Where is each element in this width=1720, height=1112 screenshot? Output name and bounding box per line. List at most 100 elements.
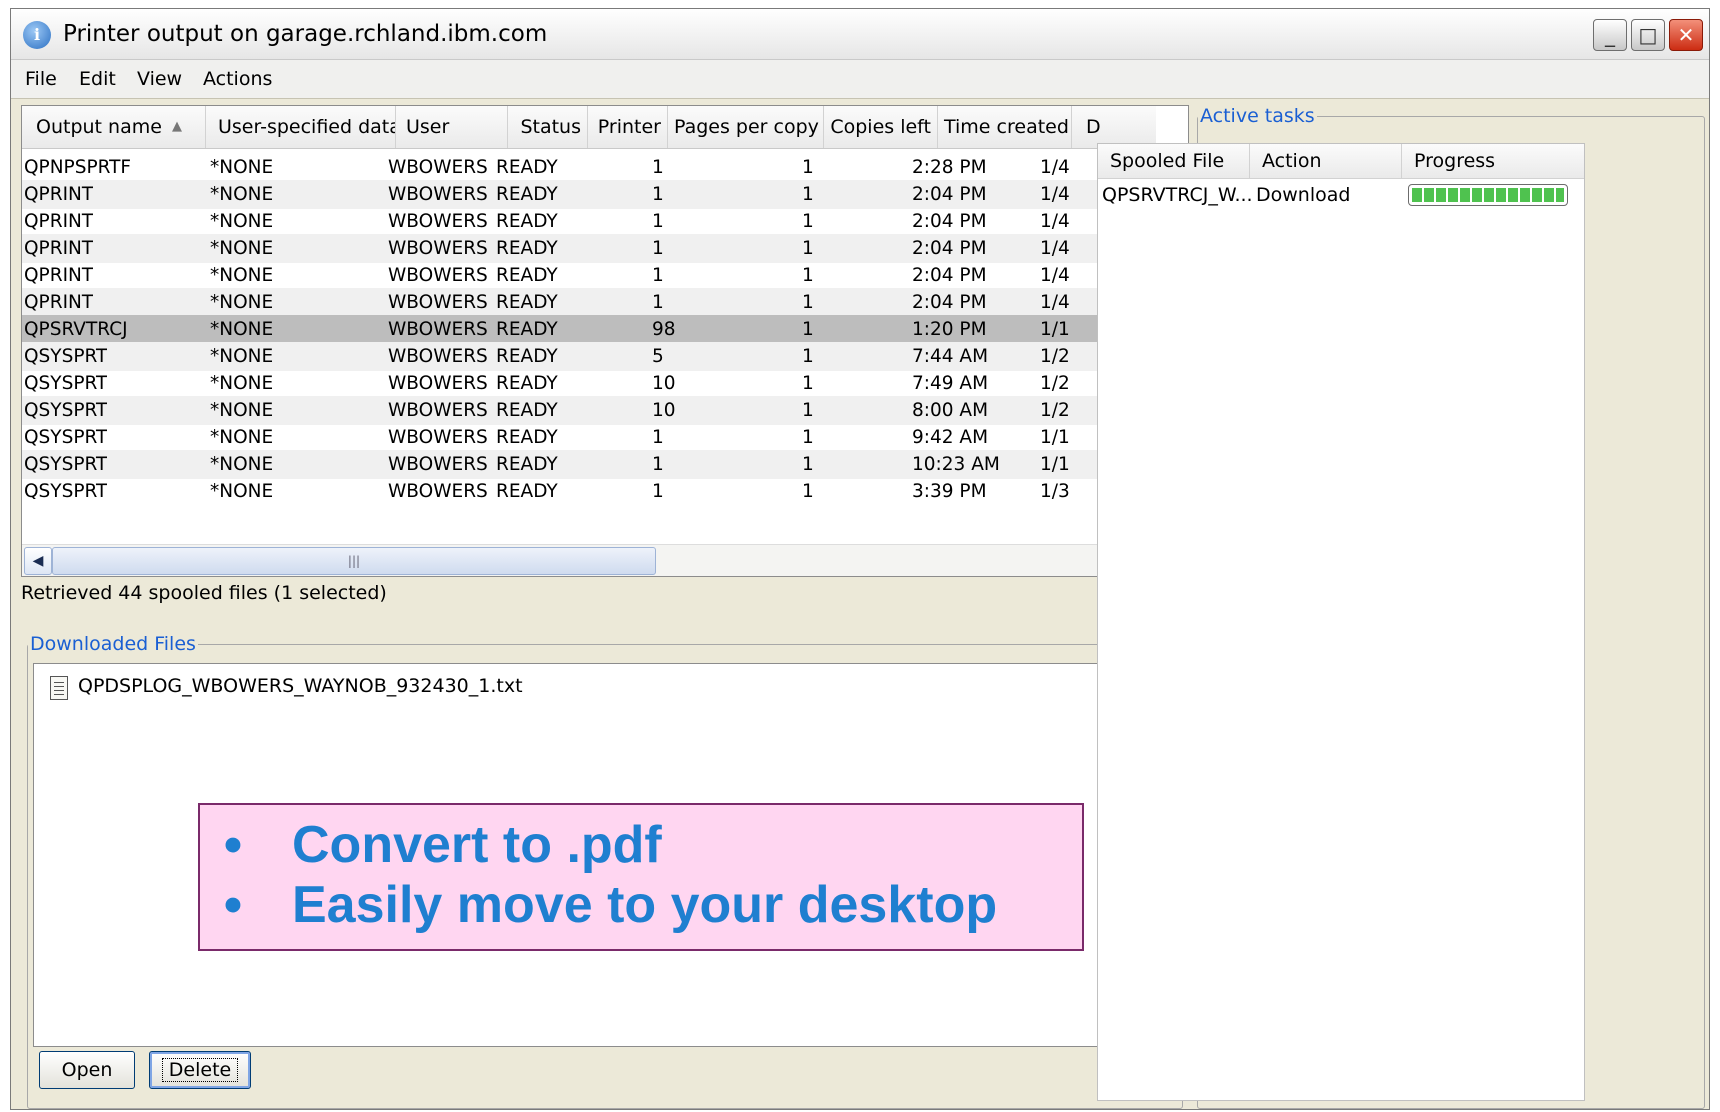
table-row[interactable]: QSYSPRT *NONE WBOWERS READY 5 1 7:44 AM 1/2 xyxy=(22,342,1154,371)
column-copies-left[interactable]: Copies left xyxy=(824,106,938,148)
downloaded-files-legend: Downloaded Files xyxy=(30,633,196,655)
cell-date: 1/4 xyxy=(1040,211,1070,232)
maximize-button[interactable]: □ xyxy=(1631,19,1665,51)
cell-user: WBOWERS xyxy=(388,400,488,421)
cell-status: READY xyxy=(496,211,558,232)
menu-view[interactable]: View xyxy=(137,66,182,92)
cell-time: 7:49 AM xyxy=(912,373,989,394)
cell-user: WBOWERS xyxy=(388,319,488,340)
cell-copies: 1 xyxy=(802,265,814,286)
cell-user-data: *NONE xyxy=(210,238,274,259)
cell-time: 2:04 PM xyxy=(912,238,987,259)
cell-copies: 1 xyxy=(802,238,814,259)
callout-box: • Convert to .pdf • Easily move to your … xyxy=(198,803,1084,951)
horizontal-scroll-thumb[interactable]: ||| xyxy=(52,547,656,575)
column-time-created[interactable]: Time created xyxy=(938,106,1072,148)
cell-user: WBOWERS xyxy=(388,373,488,394)
sort-ascending-icon: ▲ xyxy=(172,119,182,134)
cell-time: 2:04 PM xyxy=(912,292,987,313)
table-row[interactable]: QSYSPRT *NONE WBOWERS READY 1 1 3:39 PM 1/3 xyxy=(22,477,1154,499)
cell-status: READY xyxy=(496,427,558,448)
column-user[interactable]: User xyxy=(396,106,508,148)
column-user-specified-data[interactable]: User-specified data xyxy=(206,106,396,148)
cell-output-name: QSYSPRT xyxy=(24,400,108,421)
cell-user: WBOWERS xyxy=(388,427,488,448)
horizontal-scrollbar[interactable]: ◀ ||| ▶ xyxy=(22,544,1188,576)
table-row[interactable]: QPRINT *NONE WBOWERS READY 1 1 2:04 PM 1/4 xyxy=(22,288,1154,317)
cell-output-name: QSYSPRT xyxy=(24,373,108,394)
cell-date: 1/1 xyxy=(1040,427,1070,448)
cell-time: 10:23 AM xyxy=(912,454,1000,475)
cell-copies: 1 xyxy=(802,184,814,205)
cell-copies: 1 xyxy=(802,157,814,178)
column-progress[interactable]: Progress xyxy=(1402,144,1584,178)
cell-pages: 1 xyxy=(652,427,664,448)
callout-text: Convert to .pdf xyxy=(292,816,662,874)
cell-pages: 1 xyxy=(652,265,664,286)
cell-output-name: QPRINT xyxy=(24,238,94,259)
cell-user-data: *NONE xyxy=(210,400,274,421)
cell-copies: 1 xyxy=(802,454,814,475)
table-row[interactable]: QSYSPRT *NONE WBOWERS READY 10 1 7:49 AM 1/2 xyxy=(22,369,1154,398)
table-row[interactable]: QSYSPRT *NONE WBOWERS READY 1 1 10:23 AM 1/1 xyxy=(22,450,1154,479)
window-title: Printer output on garage.rchland.ibm.com xyxy=(63,21,548,47)
cell-copies: 1 xyxy=(802,481,814,499)
table-row[interactable]: QSYSPRT *NONE WBOWERS READY 1 1 9:42 AM 1/1 xyxy=(22,423,1154,452)
column-status[interactable]: Status xyxy=(508,106,588,148)
column-pages-per-copy[interactable]: Pages per copy xyxy=(668,106,824,148)
cell-output-name: QSYSPRT xyxy=(24,481,108,499)
cell-date: 1/2 xyxy=(1040,346,1070,367)
table-row[interactable]: QPNPSPRTF *NONE WBOWERS READY 1 1 2:28 PM 1/4 xyxy=(22,153,1154,182)
cell-output-name: QPRINT xyxy=(24,184,94,205)
table-row[interactable]: QPRINT *NONE WBOWERS READY 1 1 2:04 PM 1/4 xyxy=(22,261,1154,290)
delete-button[interactable]: Delete xyxy=(149,1051,251,1089)
cell-output-name: QPRINT xyxy=(24,211,94,232)
minimize-button[interactable]: _ xyxy=(1593,19,1627,51)
open-button[interactable]: Open xyxy=(39,1051,135,1089)
column-output-name[interactable]: Output name ▲ xyxy=(22,106,206,148)
column-printer[interactable]: Printer xyxy=(588,106,668,148)
column-label: Output name xyxy=(36,116,162,138)
table-row[interactable]: QPRINT *NONE WBOWERS READY 1 1 2:04 PM 1/4 xyxy=(22,207,1154,236)
cell-user-data: *NONE xyxy=(210,427,274,448)
cell-pages: 1 xyxy=(652,238,664,259)
cell-time: 1:20 PM xyxy=(912,319,987,340)
title-bar[interactable]: i Printer output on garage.rchland.ibm.c… xyxy=(11,9,1709,60)
cell-output-name: QSYSPRT xyxy=(24,346,108,367)
menu-actions[interactable]: Actions xyxy=(203,66,272,92)
table-header: Output name ▲ User-specified data User S… xyxy=(22,106,1156,149)
file-name: QPDSPLOG_WBOWERS_WAYNOB_932430_1.txt xyxy=(78,675,523,697)
cell-copies: 1 xyxy=(802,319,814,340)
cell-pages: 5 xyxy=(652,346,664,367)
menu-file[interactable]: File xyxy=(25,66,57,92)
table-row[interactable]: QSYSPRT *NONE WBOWERS READY 10 1 8:00 AM 1/2 xyxy=(22,396,1154,425)
table-row[interactable]: QPRINT *NONE WBOWERS READY 1 1 2:04 PM 1/4 xyxy=(22,234,1154,263)
table-row[interactable]: QPRINT *NONE WBOWERS READY 1 1 2:04 PM 1/4 xyxy=(22,180,1154,209)
cell-copies: 1 xyxy=(802,346,814,367)
menu-edit[interactable]: Edit xyxy=(79,66,116,92)
cell-time: 3:39 PM xyxy=(912,481,987,499)
cell-output-name: QPNPSPRTF xyxy=(24,157,132,178)
table-row-selected[interactable]: QPSRVTRCJ *NONE WBOWERS READY 98 1 1:20 PM 1/1 xyxy=(22,315,1154,344)
menu-bar: File Edit View Actions xyxy=(11,60,1709,99)
scroll-left-icon[interactable]: ◀ xyxy=(24,547,52,575)
cell-user: WBOWERS xyxy=(388,265,488,286)
column-action[interactable]: Action xyxy=(1250,144,1402,178)
cell-output-name: QSYSPRT xyxy=(24,427,108,448)
cell-date: 1/1 xyxy=(1040,454,1070,475)
column-spooled-file[interactable]: Spooled File xyxy=(1098,144,1250,178)
active-tasks-table: Spooled File Action Progress QPSRVTRCJ_W… xyxy=(1097,143,1585,1101)
cell-status: READY xyxy=(496,346,558,367)
column-date[interactable]: D xyxy=(1072,106,1156,148)
cell-pages: 1 xyxy=(652,292,664,313)
cell-status: READY xyxy=(496,400,558,421)
cell-time: 2:04 PM xyxy=(912,211,987,232)
cell-user-data: *NONE xyxy=(210,184,274,205)
close-button[interactable]: ✕ xyxy=(1669,19,1703,51)
cell-output-name: QPRINT xyxy=(24,292,94,313)
cell-time: 2:04 PM xyxy=(912,184,987,205)
cell-date: 1/2 xyxy=(1040,373,1070,394)
cell-date: 1/3 xyxy=(1040,481,1070,499)
cell-copies: 1 xyxy=(802,292,814,313)
cell-pages: 1 xyxy=(652,454,664,475)
